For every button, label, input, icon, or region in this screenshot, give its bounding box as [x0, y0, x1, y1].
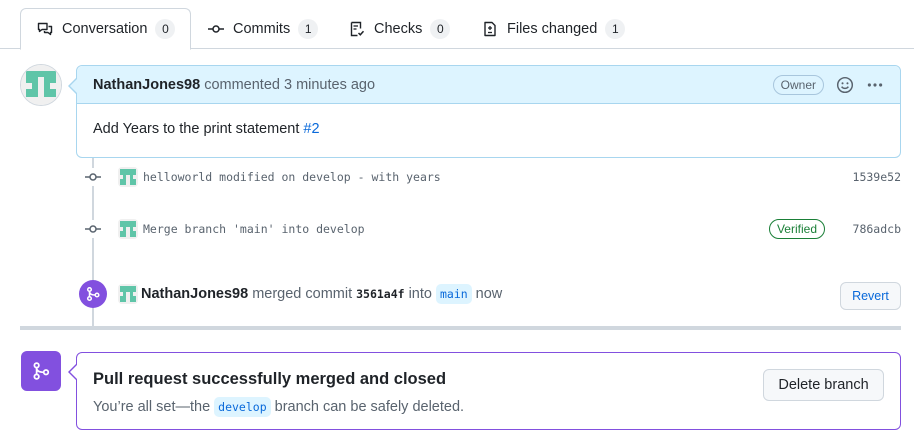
owner-badge: Owner — [772, 74, 824, 95]
tab-files-changed[interactable]: Files changed 1 — [466, 8, 640, 49]
identicon-icon — [118, 167, 138, 187]
comment-caret-inner — [70, 79, 77, 93]
comment-discussion-icon — [36, 20, 54, 38]
merged-sub-after: branch can be safely deleted. — [274, 399, 465, 415]
comment-body: Add Years to the print statement #2 — [77, 104, 900, 154]
delete-branch-button[interactable]: Delete branch — [763, 369, 884, 401]
commit-row: helloworld modified on develop - with ye… — [84, 165, 904, 189]
git-commit-icon — [84, 168, 102, 186]
tab-conversation[interactable]: Conversation 0 — [20, 8, 192, 50]
merge-time[interactable]: now — [476, 286, 503, 302]
tab-checks-label: Checks — [374, 20, 423, 37]
smiley-icon[interactable] — [836, 76, 854, 94]
avatar[interactable] — [118, 167, 138, 187]
tab-files-changed-count: 1 — [605, 18, 626, 39]
merged-title: Pull request successfully merged and clo… — [93, 370, 447, 388]
git-commit-icon — [207, 20, 225, 38]
avatar[interactable] — [118, 219, 138, 239]
commit-message[interactable]: helloworld modified on develop - with ye… — [143, 170, 441, 184]
checklist-icon — [348, 20, 366, 38]
merge-event-badge — [79, 280, 107, 308]
identicon-icon — [118, 219, 138, 239]
tab-files-changed-label: Files changed — [507, 20, 598, 37]
commit-sha[interactable]: 1539e52 — [853, 170, 901, 184]
merged-subtitle: You’re all set—the develop branch can be… — [93, 397, 464, 417]
target-branch[interactable]: main — [435, 284, 472, 304]
tab-commits-count: 1 — [298, 18, 319, 39]
merge-event: NathanJones98 merged commit 3561a4f into… — [141, 284, 502, 304]
avatar[interactable] — [118, 284, 138, 304]
tab-commits-label: Commits — [233, 20, 291, 37]
git-merge-icon — [33, 362, 50, 380]
git-merge-icon — [86, 286, 100, 302]
commit-row: Merge branch 'main' into develop Verifie… — [84, 217, 904, 241]
issue-link[interactable]: #2 — [303, 121, 319, 137]
file-diff-icon — [481, 20, 499, 38]
merge-into: into — [408, 286, 432, 302]
merge-author[interactable]: NathanJones98 — [141, 286, 248, 302]
tab-checks-count: 0 — [430, 18, 451, 39]
timeline-divider — [20, 326, 901, 330]
pr-tabs: Conversation 0 Commits 1 Checks 0 Files … — [0, 8, 914, 50]
tab-conversation-count: 0 — [155, 19, 176, 39]
merge-action: merged commit — [252, 286, 353, 302]
source-branch[interactable]: develop — [214, 397, 271, 417]
tab-commits[interactable]: Commits 1 — [192, 8, 333, 49]
revert-button[interactable]: Revert — [840, 282, 901, 310]
kebab-horizontal-icon[interactable] — [866, 76, 884, 94]
merge-commit-sha[interactable]: 3561a4f — [356, 287, 404, 301]
merged-box-caret-inner — [70, 365, 77, 379]
tab-checks[interactable]: Checks 0 — [333, 8, 465, 49]
comment-header: NathanJones98 commented 3 minutes ago Ow… — [77, 66, 900, 104]
merged-sub-before: You’re all set—the — [93, 399, 211, 415]
comment-timestamp[interactable]: commented 3 minutes ago — [204, 77, 375, 93]
commit-sha[interactable]: 786adcb — [853, 222, 901, 236]
comment-author[interactable]: NathanJones98 — [93, 77, 200, 93]
avatar[interactable] — [20, 64, 62, 106]
commit-message[interactable]: Merge branch 'main' into develop — [143, 222, 365, 236]
merged-status-box: Pull request successfully merged and clo… — [68, 352, 901, 430]
identicon-icon — [21, 65, 61, 105]
identicon-icon — [118, 284, 138, 304]
comment-text: Add Years to the print statement — [93, 121, 300, 137]
tab-conversation-label: Conversation — [62, 21, 148, 37]
comment: NathanJones98 commented 3 minutes ago Ow… — [68, 65, 901, 158]
verified-badge[interactable]: Verified — [768, 219, 825, 239]
merged-status-icon — [21, 351, 61, 391]
git-commit-icon — [84, 220, 102, 238]
